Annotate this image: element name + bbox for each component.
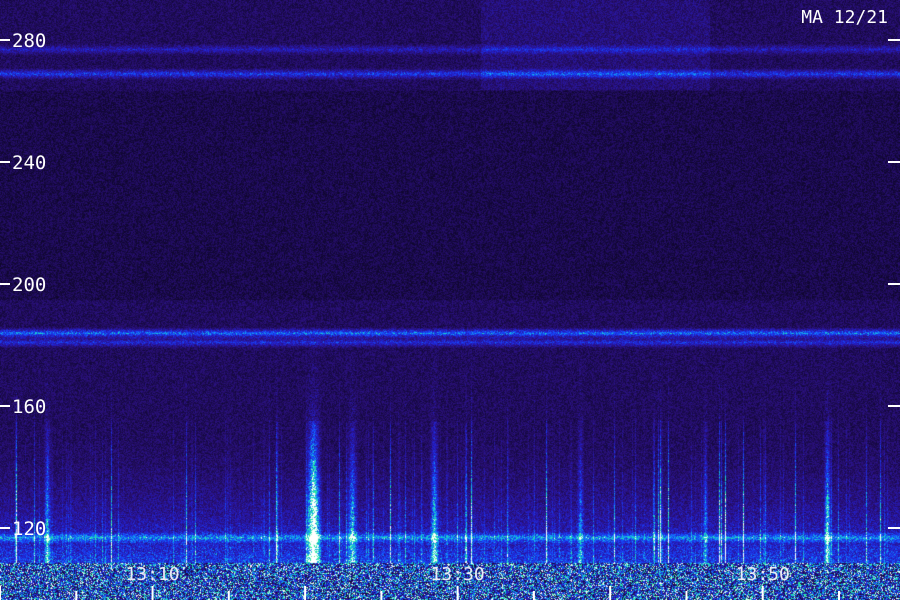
- x-tick-label: 13:10: [125, 564, 179, 585]
- y-axis-right: [888, 39, 900, 529]
- y-axis-left: 120 160 200 240 280: [0, 30, 46, 540]
- y-tick-label: 280: [12, 30, 46, 52]
- x-tick-label: 13:50: [736, 564, 790, 585]
- spectrogram-axes: 120 160 200 240 280 13:10 13:30 13:50 MA 12/21: [0, 7, 900, 600]
- corner-label: MA 12/21: [801, 7, 888, 28]
- y-tick-label: 120: [12, 518, 46, 540]
- y-tick-label: 160: [12, 396, 46, 418]
- x-axis: 13:10 13:30 13:50: [0, 564, 841, 600]
- x-tick-label: 13:30: [431, 564, 485, 585]
- y-tick-label: 240: [12, 152, 46, 174]
- y-tick-label: 200: [12, 274, 46, 296]
